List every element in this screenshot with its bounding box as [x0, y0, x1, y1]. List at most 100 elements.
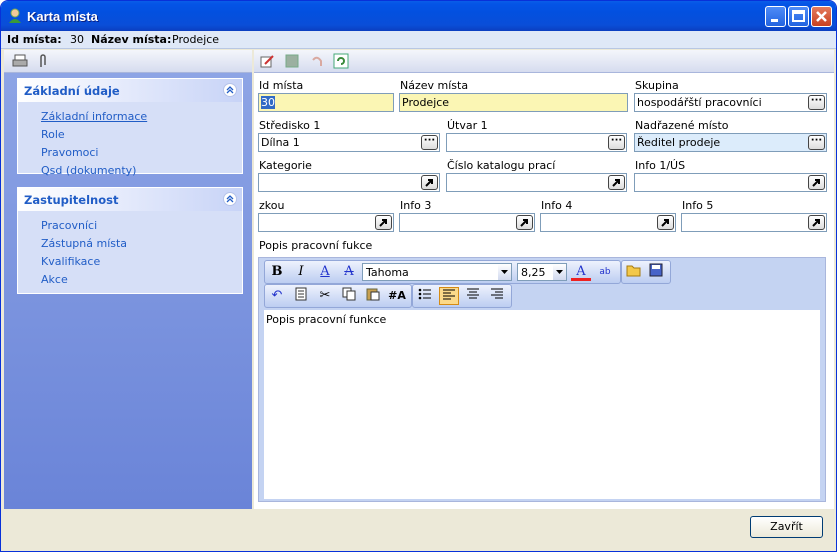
maximize-button[interactable]	[788, 6, 809, 27]
paste-icon[interactable]	[363, 287, 383, 305]
rich-text-editor: B I A A Tahoma 8,25 A ab ↶ ✂ #A Popis pr…	[258, 257, 826, 502]
jump-arrow-icon[interactable]	[608, 175, 625, 190]
collapse-icon[interactable]	[223, 83, 237, 97]
jump-arrow-icon[interactable]	[808, 175, 825, 190]
refresh-icon[interactable]	[333, 53, 349, 72]
window: Karta místa Id místa: 30 Název místa: Pr…	[0, 0, 837, 552]
center-input[interactable]: Dílna 1 ···	[258, 133, 440, 152]
catalog-input[interactable]	[446, 173, 627, 192]
font-select[interactable]: Tahoma	[362, 263, 512, 281]
unit-input[interactable]: ···	[446, 133, 627, 152]
name-field-label: Název místa	[400, 79, 469, 92]
id-value: 30	[70, 33, 84, 46]
find-icon[interactable]: #A	[387, 287, 407, 305]
spellcheck-icon[interactable]: ab	[595, 263, 615, 281]
nav-actions[interactable]: Akce	[41, 273, 68, 286]
open-folder-icon[interactable]	[624, 263, 644, 281]
sidebar: Základní údaje Základní informace Role P…	[4, 50, 252, 509]
superior-input[interactable]: Ředitel prodeje ···	[634, 133, 827, 152]
info3-field-label: Info 3	[400, 199, 432, 212]
info4-input[interactable]	[540, 213, 676, 232]
center-field-label: Středisko 1	[259, 119, 321, 132]
underline-icon[interactable]: A	[315, 263, 335, 281]
nav-qsd-documents[interactable]: Qsd (dokumenty)	[41, 164, 136, 177]
chevron-down-icon	[553, 264, 566, 280]
nav-roles[interactable]: Role	[41, 128, 65, 141]
nav-substitute-positions[interactable]: Zástupná místa	[41, 237, 127, 250]
attach-icon[interactable]	[37, 53, 49, 72]
editor-text-area[interactable]: Popis pracovní funkce	[264, 310, 820, 499]
sidebar-toolbar	[4, 50, 252, 73]
align-center-icon[interactable]	[463, 287, 483, 305]
jump-arrow-icon[interactable]	[375, 215, 392, 230]
info3-input[interactable]	[399, 213, 535, 232]
document-icon[interactable]	[291, 287, 311, 305]
jump-arrow-icon[interactable]	[657, 215, 674, 230]
undo-icon[interactable]: ↶	[267, 287, 287, 305]
panel-basic-header[interactable]: Základní údaje	[18, 79, 242, 102]
user-icon	[7, 8, 23, 24]
strikethrough-icon[interactable]: A	[339, 263, 359, 281]
name-input[interactable]: Prodejce	[399, 93, 628, 112]
id-label: Id místa:	[7, 33, 62, 46]
cut-icon[interactable]: ✂	[315, 287, 335, 305]
category-input[interactable]	[258, 173, 440, 192]
nav-basic-info[interactable]: Základní informace	[41, 110, 147, 123]
category-field-label: Kategorie	[259, 159, 312, 172]
id-field-label: Id místa	[259, 79, 304, 92]
close-button[interactable]: Zavřít	[750, 516, 823, 538]
nav-qualifications[interactable]: Kvalifikace	[41, 255, 100, 268]
align-left-icon[interactable]	[439, 287, 459, 305]
name-label: Název místa:	[91, 33, 172, 46]
save-icon[interactable]	[284, 53, 300, 72]
copy-icon[interactable]	[339, 287, 359, 305]
italic-icon[interactable]: I	[291, 263, 311, 281]
undo-icon[interactable]	[309, 53, 325, 72]
minimize-icon	[771, 19, 778, 22]
unit-field-label: Útvar 1	[447, 119, 488, 132]
font-color-icon[interactable]: A	[571, 263, 591, 281]
format-toolbar: B I A A Tahoma 8,25 A ab	[264, 260, 621, 284]
info1-field-label: Info 1/ÚS	[635, 159, 686, 172]
font-size-select[interactable]: 8,25	[517, 263, 567, 281]
ellipsis-icon[interactable]: ···	[808, 95, 825, 110]
nav-permissions[interactable]: Pravomoci	[41, 146, 99, 159]
window-title: Karta místa	[27, 9, 98, 24]
panel-basic: Základní údaje Základní informace Role P…	[17, 78, 243, 177]
align-right-icon[interactable]	[487, 287, 507, 305]
info5-input[interactable]	[681, 213, 827, 232]
abbr-input[interactable]	[258, 213, 394, 232]
form-toolbar	[254, 50, 834, 73]
print-icon[interactable]	[12, 53, 28, 72]
jump-arrow-icon[interactable]	[808, 215, 825, 230]
minimize-button[interactable]	[765, 6, 786, 27]
bold-icon[interactable]: B	[267, 263, 287, 281]
close-window-button[interactable]	[811, 6, 832, 27]
main-form: Id místa 30 Název místa Prodejce Skupina…	[254, 50, 834, 509]
group-input[interactable]: hospodářští pracovníci ···	[634, 93, 827, 112]
chevron-down-icon	[498, 264, 511, 280]
bullet-list-icon[interactable]	[415, 287, 435, 305]
paragraph-toolbar	[412, 284, 512, 308]
ellipsis-icon[interactable]: ···	[808, 135, 825, 150]
jump-arrow-icon[interactable]	[516, 215, 533, 230]
save-icon[interactable]	[646, 263, 666, 281]
superior-field-label: Nadřazené místo	[635, 119, 729, 132]
edit-icon[interactable]	[259, 53, 275, 72]
panel-substitution-header[interactable]: Zastupitelnost	[18, 188, 242, 211]
ellipsis-icon[interactable]: ···	[608, 135, 625, 150]
nav-workers[interactable]: Pracovníci	[41, 219, 97, 232]
panel-basic-title: Základní údaje	[24, 84, 120, 98]
abbr-field-label: zkou	[259, 199, 285, 212]
info1-input[interactable]	[634, 173, 827, 192]
edit-toolbar: ↶ ✂ #A	[264, 284, 412, 308]
jump-arrow-icon[interactable]	[421, 175, 438, 190]
collapse-icon[interactable]	[223, 192, 237, 206]
ellipsis-icon[interactable]: ···	[421, 135, 438, 150]
id-input[interactable]: 30	[258, 93, 394, 112]
file-toolbar	[621, 260, 671, 284]
group-field-label: Skupina	[635, 79, 679, 92]
editor-content: Popis pracovní funkce	[266, 313, 387, 326]
maximize-icon	[792, 10, 805, 22]
close-icon	[816, 11, 827, 22]
